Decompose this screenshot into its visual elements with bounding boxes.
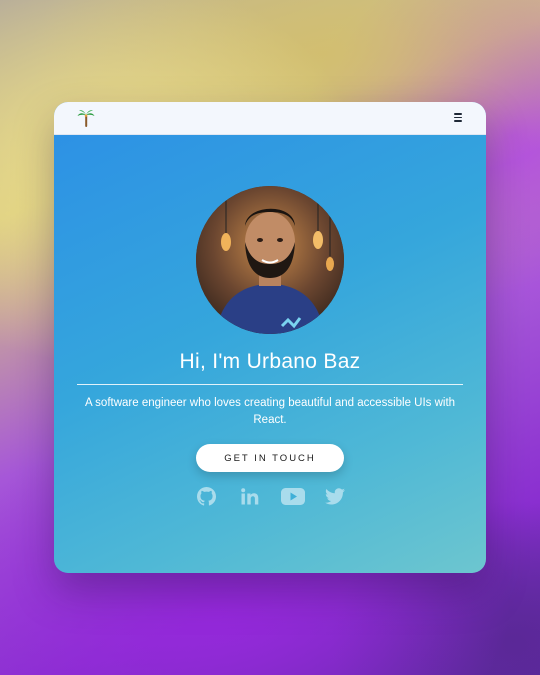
hamburger-menu-icon[interactable] (454, 113, 462, 122)
title-divider (77, 384, 463, 385)
menu-line (454, 116, 462, 118)
profile-photo (196, 186, 344, 334)
github-icon (196, 486, 216, 506)
linkedin-icon (241, 487, 259, 504)
github-link[interactable] (196, 486, 216, 506)
youtube-icon (281, 487, 305, 505)
navbar (54, 102, 486, 135)
menu-line (454, 120, 462, 122)
menu-line (454, 113, 462, 115)
palm-tree-icon[interactable] (77, 108, 95, 128)
twitter-icon (325, 487, 345, 504)
page-title: Hi, I'm Urbano Baz (179, 350, 361, 373)
get-in-touch-button[interactable]: GET IN TOUCH (196, 444, 344, 472)
portfolio-window: Hi, I'm Urbano Baz A software engineer w… (54, 102, 486, 573)
twitter-link[interactable] (324, 486, 346, 506)
social-links (196, 486, 346, 506)
youtube-link[interactable] (280, 486, 306, 506)
tagline: A software engineer who loves creating b… (84, 397, 456, 426)
linkedin-link[interactable] (240, 486, 260, 506)
